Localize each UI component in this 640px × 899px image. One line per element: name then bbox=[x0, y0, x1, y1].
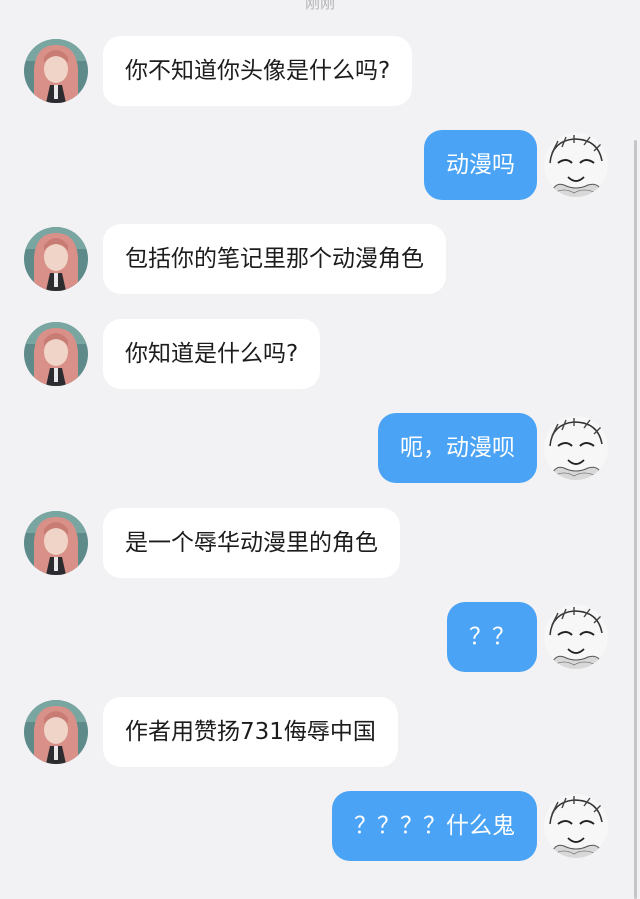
message-row-outgoing: 动漫吗 bbox=[0, 130, 640, 200]
contact-avatar[interactable] bbox=[24, 511, 88, 575]
message-row-outgoing: ？？ bbox=[0, 602, 640, 672]
incoming-message-bubble[interactable]: 是一个辱华动漫里的角色 bbox=[103, 508, 400, 578]
message-row-incoming: 你不知道你头像是什么吗? bbox=[0, 36, 640, 106]
timestamp: 刚刚 bbox=[304, 0, 335, 12]
contact-avatar[interactable] bbox=[24, 322, 88, 386]
my-avatar[interactable] bbox=[544, 794, 608, 858]
outgoing-message-bubble[interactable]: ？？ bbox=[447, 602, 537, 672]
my-avatar[interactable] bbox=[544, 416, 608, 480]
incoming-message-bubble[interactable]: 你知道是什么吗? bbox=[103, 319, 321, 389]
incoming-message-bubble[interactable]: 包括你的笔记里那个动漫角色 bbox=[103, 224, 446, 294]
message-row-incoming: 你知道是什么吗? bbox=[0, 319, 640, 389]
message-row-incoming: 作者用赞扬731侮辱中国 bbox=[0, 697, 640, 767]
outgoing-message-bubble[interactable]: ？？？？什么鬼 bbox=[332, 791, 537, 861]
message-row-outgoing: 呃，动漫呗 bbox=[0, 413, 640, 483]
my-avatar[interactable] bbox=[544, 133, 608, 197]
my-avatar[interactable] bbox=[544, 605, 608, 669]
outgoing-message-bubble[interactable]: 动漫吗 bbox=[424, 130, 537, 200]
incoming-message-bubble[interactable]: 你不知道你头像是什么吗? bbox=[103, 36, 413, 106]
contact-avatar[interactable] bbox=[24, 39, 88, 103]
message-row-incoming: 是一个辱华动漫里的角色 bbox=[0, 508, 640, 578]
incoming-message-bubble[interactable]: 作者用赞扬731侮辱中国 bbox=[103, 697, 398, 767]
contact-avatar[interactable] bbox=[24, 227, 88, 291]
message-row-outgoing: ？？？？什么鬼 bbox=[0, 791, 640, 861]
outgoing-message-bubble[interactable]: 呃，动漫呗 bbox=[378, 413, 537, 483]
message-row-incoming: 包括你的笔记里那个动漫角色 bbox=[0, 224, 640, 294]
contact-avatar[interactable] bbox=[24, 700, 88, 764]
